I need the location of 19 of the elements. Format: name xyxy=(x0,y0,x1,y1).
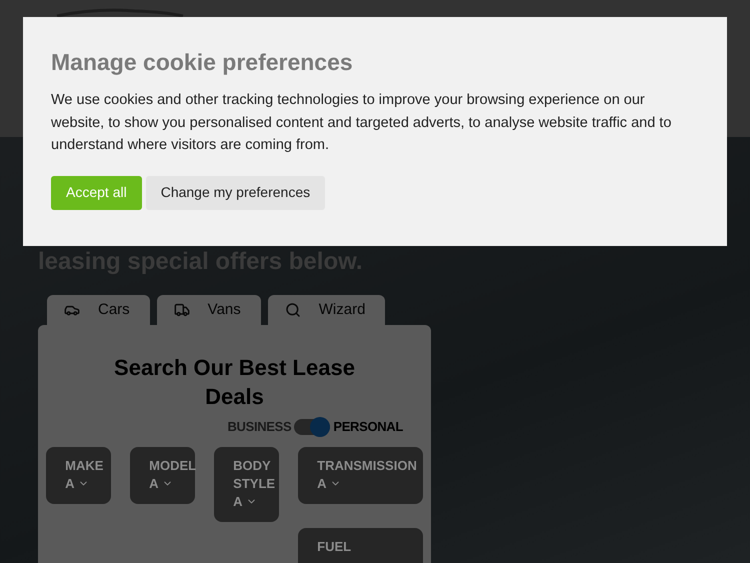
filter-dropdown[interactable]: FUEL xyxy=(298,528,423,563)
filter-dropdown[interactable]: TRANSMISSION A xyxy=(298,446,423,504)
truck-icon xyxy=(174,302,190,318)
vehicle-tab[interactable]: Vans xyxy=(156,295,261,325)
accept-button[interactable]: Accept all xyxy=(51,176,142,210)
business-label: BUSINESS xyxy=(227,418,292,436)
filter-dropdown[interactable]: MAKE A xyxy=(46,446,112,504)
search-title: Search Our Best Lease Deals xyxy=(113,354,356,411)
preferences-button[interactable]: Change my preferences xyxy=(146,176,326,210)
personal-label: PERSONAL xyxy=(333,418,403,436)
vehicle-tab[interactable]: Cars xyxy=(47,295,150,325)
search-icon xyxy=(284,302,301,318)
dialog-message: We use cookies and other tracking technologies to improve your browsing experience on our website, to show you personalised content and targeted adverts, to analyse website traffic and to understand where visitors are coming from. xyxy=(51,91,672,155)
mode-toggle[interactable] xyxy=(294,418,330,435)
dialog-title: Manage cookie preferences xyxy=(51,48,354,77)
vehicle-tab[interactable]: Wizard xyxy=(268,295,386,325)
logo-icon xyxy=(55,8,185,18)
filter-dropdown[interactable]: BODY STYLE A xyxy=(214,446,280,522)
filter-dropdown[interactable]: MODEL A xyxy=(130,446,196,504)
